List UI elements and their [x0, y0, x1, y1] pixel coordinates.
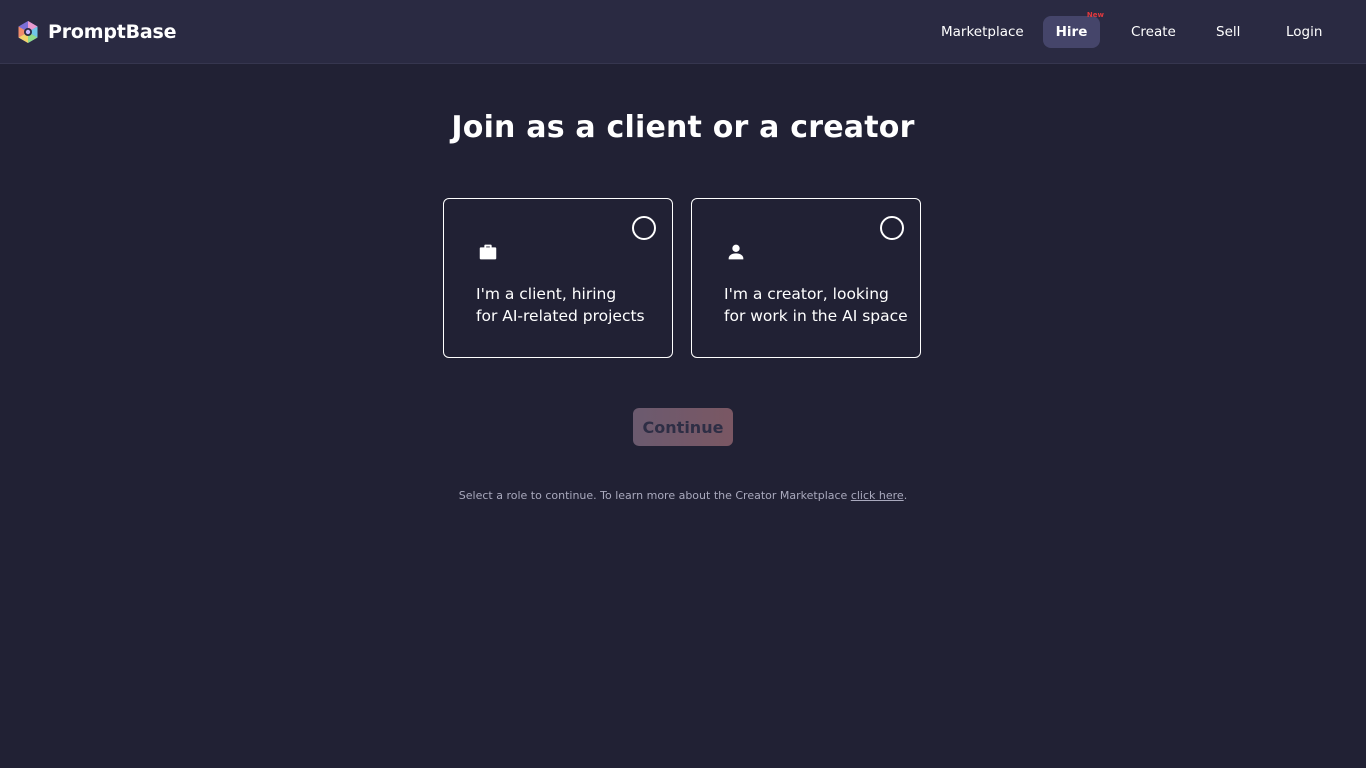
new-badge: New — [1086, 11, 1104, 19]
creator-role-line-1: I'm a creator, looking — [724, 285, 889, 303]
client-role-card[interactable]: I'm a client, hiring for AI-related proj… — [443, 198, 673, 358]
promptbase-logo-icon — [18, 21, 38, 43]
client-role-line-1: I'm a client, hiring — [476, 285, 617, 303]
creator-role-card[interactable]: I'm a creator, looking for work in the A… — [691, 198, 921, 358]
creator-marketplace-link[interactable]: click here — [851, 489, 904, 502]
nav-hire-label: Hire — [1055, 24, 1088, 40]
nav-create[interactable]: Create — [1115, 16, 1192, 48]
top-navbar: PromptBase Marketplace Hire New Create S… — [0, 0, 1366, 64]
nav-login[interactable]: Login — [1270, 16, 1338, 48]
creator-role-text: I'm a creator, looking for work in the A… — [724, 283, 914, 327]
nav-hire[interactable]: Hire New — [1043, 11, 1104, 48]
page-title: Join as a client or a creator — [451, 110, 915, 145]
helper-text: Select a role to continue. To learn more… — [0, 489, 1366, 502]
creator-radio-button[interactable] — [880, 216, 904, 240]
helper-text-body: Select a role to continue. To learn more… — [458, 489, 851, 502]
brand-name: PromptBase — [48, 21, 177, 43]
briefcase-icon — [479, 244, 497, 260]
nav-sell[interactable]: Sell — [1200, 16, 1256, 48]
continue-button[interactable]: Continue — [633, 408, 733, 446]
client-role-line-2: for AI-related projects — [476, 307, 645, 325]
brand[interactable]: PromptBase — [16, 20, 177, 44]
client-radio-button[interactable] — [632, 216, 656, 240]
person-icon — [728, 244, 744, 260]
helper-text-end: . — [903, 489, 908, 502]
creator-role-line-2: for work in the AI space — [724, 307, 908, 325]
client-role-text: I'm a client, hiring for AI-related proj… — [476, 283, 666, 327]
nav-marketplace[interactable]: Marketplace — [925, 16, 1040, 48]
